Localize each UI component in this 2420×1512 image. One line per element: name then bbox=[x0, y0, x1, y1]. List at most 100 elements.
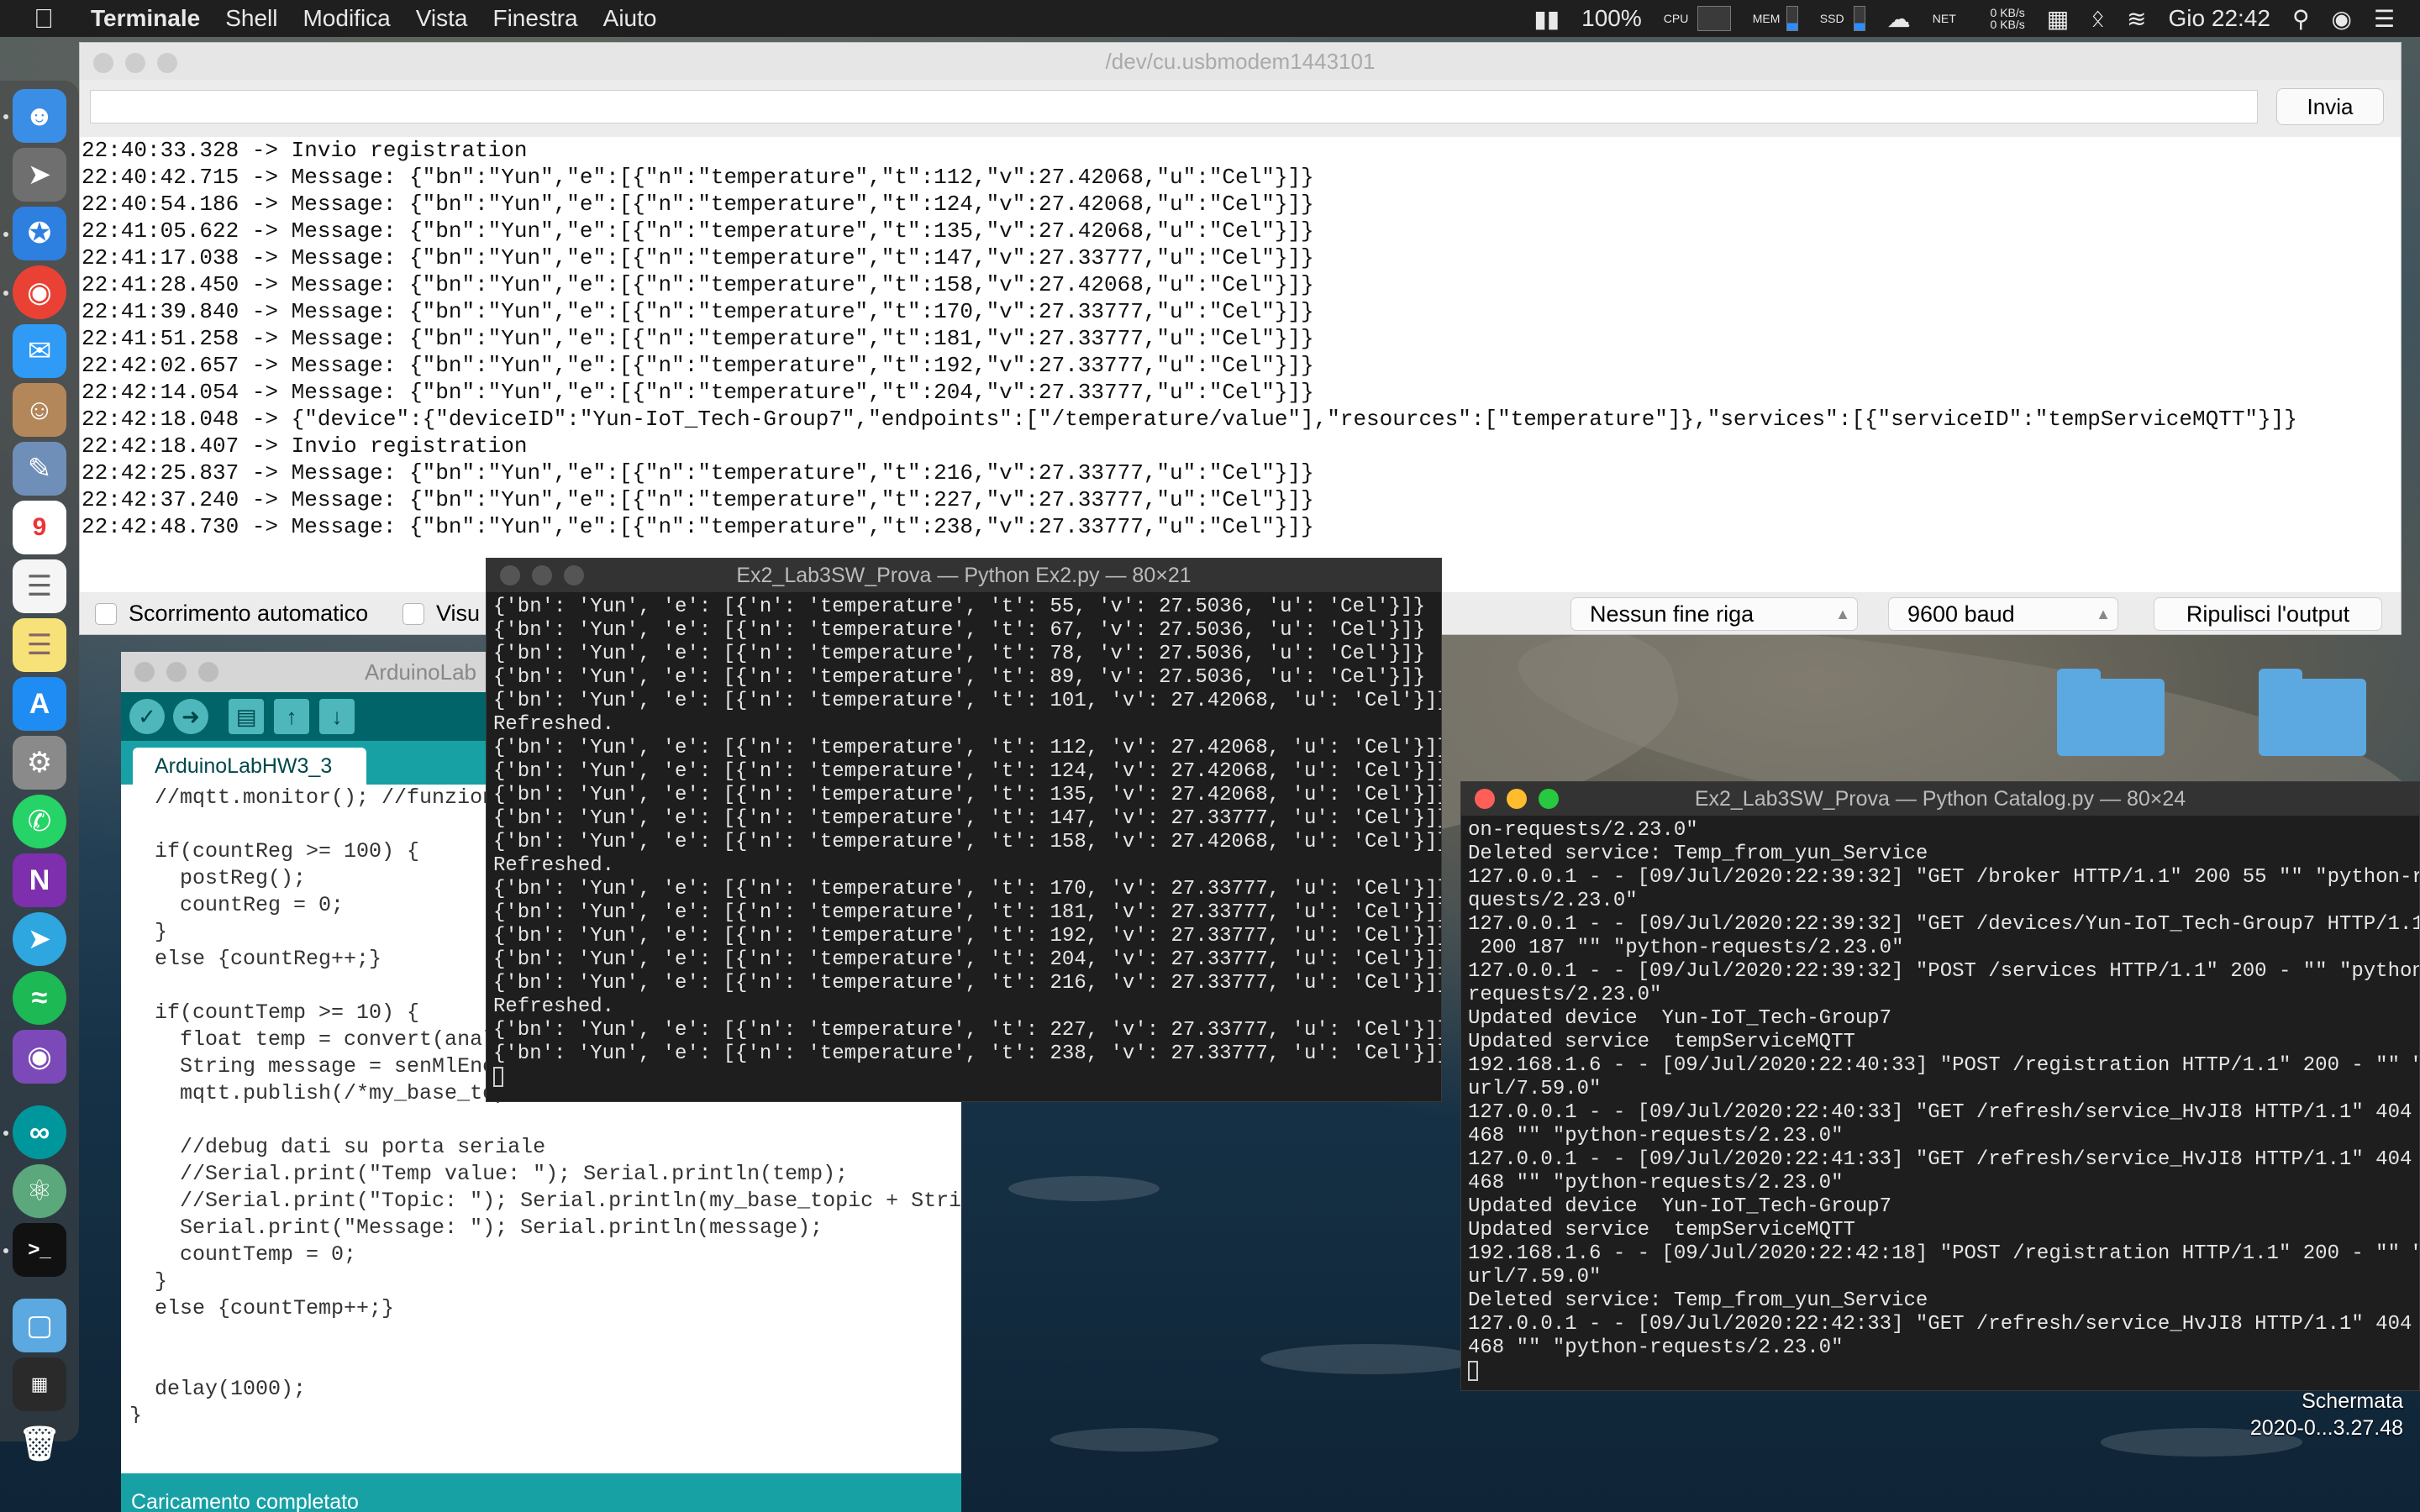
layout-icon[interactable]: ▦ bbox=[2047, 5, 2069, 33]
code-line: //debug dati su porta seriale bbox=[129, 1135, 546, 1159]
serial-output[interactable]: 22:40:33.328 -> Invio registration 22:40:… bbox=[80, 137, 2401, 592]
wifi-icon[interactable]: ≋ bbox=[2127, 5, 2146, 33]
finder-icon[interactable]: ☻ bbox=[13, 89, 66, 143]
spotify-icon[interactable]: ≈ bbox=[13, 971, 66, 1025]
running-indicator bbox=[3, 232, 8, 237]
upload-icon[interactable]: ➜ bbox=[173, 699, 208, 734]
bluetooth-icon[interactable]: ᛟ bbox=[2091, 5, 2105, 32]
ssd-meter[interactable] bbox=[1853, 6, 1865, 31]
terminal-ex2-titlebar[interactable]: Ex2_Lab3SW_Prova — Python Ex2.py — 80×21 bbox=[487, 559, 1441, 592]
notification-center-icon[interactable]: ☰ bbox=[2374, 5, 2395, 33]
system-preferences-icon[interactable]: ⚙ bbox=[13, 736, 66, 790]
close-button[interactable] bbox=[1475, 789, 1495, 809]
verify-icon[interactable]: ✓ bbox=[129, 699, 165, 734]
menu-vista[interactable]: Vista bbox=[416, 5, 468, 32]
close-button[interactable] bbox=[500, 565, 520, 585]
code-line: countTemp = 0; bbox=[129, 1242, 357, 1267]
messages-icon[interactable]: ✉ bbox=[13, 324, 66, 378]
minimize-button[interactable] bbox=[125, 53, 145, 73]
mem-meter[interactable] bbox=[1786, 6, 1798, 31]
terminal-line: {'bn': 'Yun', 'e': [{'n': 'temperature',… bbox=[493, 666, 1425, 689]
reminders-icon[interactable]: ☰ bbox=[13, 559, 66, 613]
code-line: //Serial.print("Temp value: "); Serial.p… bbox=[129, 1162, 849, 1186]
close-button[interactable] bbox=[134, 662, 155, 682]
app-store-icon[interactable]: A bbox=[13, 677, 66, 731]
whatsapp-icon[interactable]: ✆ bbox=[13, 795, 66, 848]
serial-line: 22:41:51.258 -> Message: {"bn":"Yun","e"… bbox=[82, 326, 1314, 351]
open-sketch-icon[interactable]: ↑ bbox=[274, 699, 309, 734]
arduino-icon[interactable]: ∞ bbox=[13, 1105, 66, 1159]
calendar-icon[interactable]: 9 bbox=[13, 501, 66, 554]
terminal-line: {'bn': 'Yun', 'e': [{'n': 'temperature',… bbox=[493, 1019, 1441, 1042]
zoom-button[interactable] bbox=[198, 662, 218, 682]
mem-label: MEM bbox=[1752, 12, 1781, 25]
minimize-button[interactable] bbox=[1507, 789, 1527, 809]
icloud-icon[interactable]: ☁ bbox=[1887, 5, 1911, 33]
folder-icon[interactable]: ▢ bbox=[13, 1299, 66, 1352]
minimize-button[interactable] bbox=[532, 565, 552, 585]
menu-modifica[interactable]: Modifica bbox=[302, 5, 390, 32]
contacts-icon[interactable]: ☺ bbox=[13, 383, 66, 437]
chrome-icon[interactable]: ◉ bbox=[13, 265, 66, 319]
battery-icon[interactable]: ▮▮ bbox=[1534, 5, 1560, 33]
desktop-folder-icon[interactable] bbox=[2259, 669, 2366, 756]
autoscroll-checkbox[interactable] bbox=[95, 603, 117, 625]
tab-arduinolabhw3-3[interactable]: ArduinoLabHW3_3 bbox=[133, 748, 366, 785]
terminal-line: {'bn': 'Yun', 'e': [{'n': 'temperature',… bbox=[493, 1042, 1441, 1065]
clear-output-button[interactable]: Ripulisci l'output bbox=[2154, 597, 2382, 631]
onenote-icon[interactable]: N bbox=[13, 853, 66, 907]
terminal-ex2-output[interactable]: {'bn': 'Yun', 'e': [{'n': 'temperature',… bbox=[487, 592, 1441, 1093]
terminal-icon[interactable]: >_ bbox=[13, 1223, 66, 1277]
clock[interactable]: Gio 22:42 bbox=[2169, 5, 2270, 32]
send-button[interactable]: Invia bbox=[2276, 88, 2384, 125]
close-button[interactable] bbox=[93, 53, 113, 73]
timestamp-checkbox[interactable] bbox=[402, 603, 424, 625]
terminal-line: Refreshed. bbox=[493, 854, 615, 877]
terminal-ex2-title: Ex2_Lab3SW_Prova — Python Ex2.py — 80×21 bbox=[736, 563, 1192, 587]
terminal-line: 200 187 "" "python-requests/2.23.0" bbox=[1468, 937, 1904, 959]
launchpad-icon[interactable]: ➤ bbox=[13, 148, 66, 202]
line-ending-select[interactable]: Nessun fine riga ▲▼ bbox=[1570, 597, 1858, 631]
serial-line: 22:42:18.407 -> Invio registration bbox=[82, 433, 528, 459]
terminal-catalog-output[interactable]: on-requests/2.23.0" Deleted service: Temp… bbox=[1461, 816, 2419, 1387]
safari-icon[interactable]: ✪ bbox=[13, 207, 66, 260]
terminal-line: Refreshed. bbox=[493, 995, 615, 1018]
minimize-button[interactable] bbox=[166, 662, 187, 682]
baud-rate-select[interactable]: 9600 baud ▲▼ bbox=[1888, 597, 2118, 631]
select-chevron-icon: ▲▼ bbox=[1835, 606, 1850, 622]
trash-icon[interactable]: 🗑 bbox=[13, 1416, 66, 1470]
preview-icon[interactable]: ✎ bbox=[13, 442, 66, 496]
screenshot-icon[interactable]: ▦ bbox=[13, 1357, 66, 1411]
menu-shell[interactable]: Shell bbox=[225, 5, 277, 32]
spotlight-icon[interactable]: ⚲ bbox=[2292, 5, 2310, 33]
desktop-screenshot-label[interactable]: Schermata 2020-0...3.27.48 bbox=[2202, 1388, 2403, 1441]
menu-app-name[interactable]: Terminale bbox=[91, 5, 200, 32]
code-line: delay(1000); bbox=[129, 1377, 307, 1401]
telegram-icon[interactable]: ➤ bbox=[13, 912, 66, 966]
net-speed[interactable]: 0 KB/s 0 KB/s bbox=[1966, 7, 2025, 30]
github-icon[interactable]: ◉ bbox=[13, 1030, 66, 1084]
apple-menu-icon[interactable]:  bbox=[34, 3, 74, 34]
siri-icon[interactable]: ◉ bbox=[2331, 5, 2351, 33]
serial-send-input[interactable] bbox=[90, 90, 2258, 123]
terminal-line: 127.0.0.1 - - [09/Jul/2020:22:39:32] "PO… bbox=[1468, 960, 2419, 983]
zoom-button[interactable] bbox=[564, 565, 584, 585]
desktop-folder-icon[interactable] bbox=[2057, 669, 2165, 756]
serial-line: 22:40:42.715 -> Message: {"bn":"Yun","e"… bbox=[82, 165, 1314, 190]
terminal-line: {'bn': 'Yun', 'e': [{'n': 'temperature',… bbox=[493, 972, 1441, 995]
cpu-meter[interactable] bbox=[1697, 6, 1731, 31]
dock: ☻ ➤ ✪ ◉ ✉ ☺ ✎ 9 ☰ ☰ A ⚙ ✆ N ➤ ≈ ◉ ∞ ⚛ >_… bbox=[0, 81, 79, 1462]
zoom-button[interactable] bbox=[157, 53, 177, 73]
menu-finestra[interactable]: Finestra bbox=[492, 5, 577, 32]
menu-aiuto[interactable]: Aiuto bbox=[603, 5, 657, 32]
save-sketch-icon[interactable]: ↓ bbox=[319, 699, 355, 734]
atom-icon[interactable]: ⚛ bbox=[13, 1164, 66, 1218]
status-bar: Caricamento completato bbox=[121, 1473, 961, 1512]
serial-titlebar[interactable]: /dev/cu.usbmodem1443101 bbox=[80, 43, 2401, 80]
new-sketch-icon[interactable]: ▤ bbox=[229, 699, 264, 734]
terminal-catalog-titlebar[interactable]: Ex2_Lab3SW_Prova — Python Catalog.py — 8… bbox=[1461, 782, 2419, 816]
serial-line: 22:41:05.622 -> Message: {"bn":"Yun","e"… bbox=[82, 218, 1314, 244]
zoom-button[interactable] bbox=[1539, 789, 1559, 809]
notes-icon[interactable]: ☰ bbox=[13, 618, 66, 672]
terminal-line: url/7.59.0" bbox=[1468, 1266, 1602, 1289]
